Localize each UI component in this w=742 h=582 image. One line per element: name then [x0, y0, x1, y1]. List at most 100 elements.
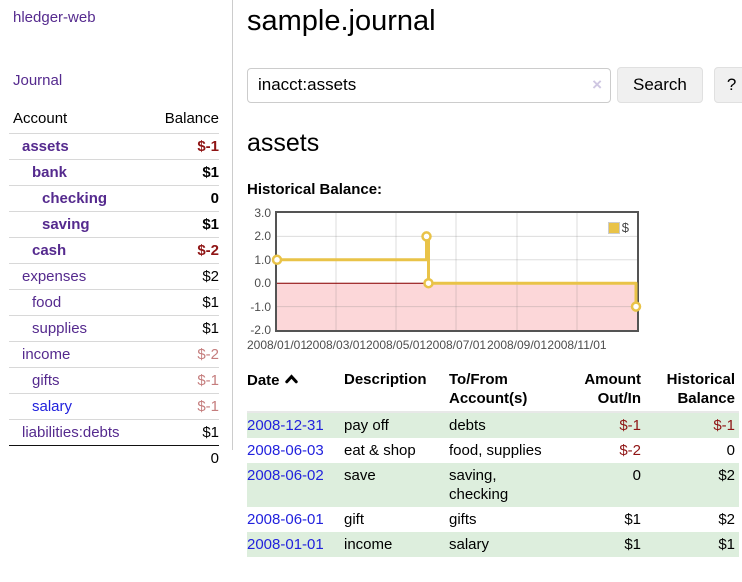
- account-balance: 0: [150, 186, 219, 212]
- account-row: gifts $-1: [9, 368, 219, 394]
- transaction-description: save: [344, 463, 449, 507]
- account-link-assets[interactable]: assets: [22, 138, 69, 155]
- column-header-balance: Historical Balance: [641, 370, 739, 412]
- account-row: saving $1: [9, 212, 219, 238]
- account-balance: $-2: [150, 342, 219, 368]
- column-header-date[interactable]: Date: [247, 370, 344, 412]
- search-input[interactable]: [247, 68, 611, 103]
- accounts-header-account: Account: [9, 108, 150, 134]
- transaction-balance: $1: [641, 532, 739, 557]
- account-balance: $1: [150, 160, 219, 186]
- transaction-accounts: debts: [449, 412, 557, 438]
- account-balance: $1: [150, 316, 219, 342]
- transaction-date-cell: 2008-12-31: [247, 412, 344, 438]
- account-row: food $1: [9, 290, 219, 316]
- transaction-date-link[interactable]: 2008-06-03: [247, 442, 324, 459]
- column-header-accounts: To/From Account(s): [449, 370, 557, 412]
- search-bar: × Search ?: [247, 67, 742, 103]
- sidebar-item-journal[interactable]: Journal: [13, 72, 62, 89]
- account-row: salary$-1: [9, 394, 219, 420]
- clear-search-icon[interactable]: ×: [592, 75, 602, 95]
- legend-swatch: [608, 222, 620, 234]
- x-axis-tick: 2008/07/01: [423, 338, 489, 352]
- account-link-income[interactable]: income: [22, 346, 70, 363]
- transactions-table: Date Description To/From Account(s) Amou…: [247, 370, 739, 557]
- transaction-date-link[interactable]: 2008-12-31: [247, 417, 324, 434]
- transaction-balance: $2: [641, 463, 739, 507]
- y-axis-tick: 3.0: [247, 206, 271, 221]
- legend-label: $: [622, 220, 629, 235]
- chart-legend: $: [607, 219, 630, 236]
- transaction-amount: $-2: [557, 438, 641, 463]
- transaction-date-cell: 2008-06-01: [247, 507, 344, 532]
- account-link-salary[interactable]: salary: [32, 398, 72, 415]
- transaction-description: eat & shop: [344, 438, 449, 463]
- account-row: supplies $1: [9, 316, 219, 342]
- chart-title: Historical Balance:: [247, 181, 742, 198]
- account-balance: $1: [150, 290, 219, 316]
- column-header-description: Description: [344, 370, 449, 412]
- account-link-gifts[interactable]: gifts: [32, 372, 60, 389]
- main-content: sample.journal × Search ? assets Histori…: [233, 0, 742, 557]
- transaction-description: gift: [344, 507, 449, 532]
- x-axis-tick: 2008/03/01: [303, 338, 369, 352]
- account-row: income $-2: [9, 342, 219, 368]
- transaction-row: 2008-06-01 giftgifts$1$2: [247, 507, 739, 532]
- chart-canvas: [277, 213, 637, 330]
- search-button[interactable]: Search: [617, 67, 703, 103]
- account-link-supplies[interactable]: supplies: [32, 320, 87, 337]
- accounts-total-value: 0: [150, 446, 219, 472]
- account-link-expenses[interactable]: expenses: [22, 268, 86, 285]
- y-axis-tick: 1.0: [247, 253, 271, 268]
- account-balance: $1: [150, 420, 219, 446]
- account-row: checking 0: [9, 186, 219, 212]
- sidebar-divider: [232, 0, 233, 450]
- account-row: expenses$2: [9, 264, 219, 290]
- account-link-food[interactable]: food: [32, 294, 61, 311]
- x-axis-tick: 2008/11/01: [544, 338, 610, 352]
- transaction-amount: $1: [557, 532, 641, 557]
- transaction-date-link[interactable]: 2008-06-02: [247, 467, 324, 484]
- transaction-balance: 0: [641, 438, 739, 463]
- transaction-date-cell: 2008-06-02: [247, 463, 344, 507]
- account-heading: assets: [247, 129, 742, 158]
- transaction-accounts: saving, checking: [449, 463, 557, 507]
- transaction-balance: $2: [641, 507, 739, 532]
- transaction-amount: $1: [557, 507, 641, 532]
- accounts-header-balance: Balance: [150, 108, 219, 134]
- account-link-liabilities-debts[interactable]: liabilities:debts: [22, 424, 120, 441]
- column-header-amount: Amount Out/In: [557, 370, 641, 412]
- account-link-saving[interactable]: saving: [42, 216, 90, 233]
- accounts-table: Account Balance assets $-1 bank $1 checking 0…: [9, 108, 219, 471]
- transaction-date-link[interactable]: 2008-01-01: [247, 536, 324, 553]
- app-title-link[interactable]: hledger-web: [13, 9, 96, 26]
- account-balance: $-1: [150, 368, 219, 394]
- account-link-bank[interactable]: bank: [32, 164, 67, 181]
- y-axis-tick: 0.0: [247, 276, 271, 291]
- account-link-cash[interactable]: cash: [32, 242, 66, 259]
- x-axis-tick: 2008/09/01: [484, 338, 550, 352]
- historical-balance-chart: $ 3.02.01.00.0-1.0-2.02008/01/012008/03/…: [247, 211, 647, 353]
- help-button[interactable]: ?: [714, 67, 742, 103]
- transaction-description: income: [344, 532, 449, 557]
- sort-ascending-icon: [285, 370, 298, 389]
- transaction-row: 2008-12-31pay offdebts$-1$-1: [247, 412, 739, 438]
- transaction-row: 2008-06-02 savesaving, checking0$2: [247, 463, 739, 507]
- x-axis-tick: 2008/01/01: [244, 338, 310, 352]
- transaction-accounts: salary: [449, 532, 557, 557]
- account-link-checking[interactable]: checking: [42, 190, 107, 207]
- transaction-date-link[interactable]: 2008-06-01: [247, 511, 324, 528]
- transaction-amount: 0: [557, 463, 641, 507]
- transaction-row: 2008-01-01incomesalary$1$1: [247, 532, 739, 557]
- account-balance: $1: [150, 212, 219, 238]
- y-axis-tick: -1.0: [247, 300, 271, 315]
- accounts-total-spacer: [9, 446, 150, 472]
- account-balance: $-1: [150, 134, 219, 160]
- y-axis-tick: -2.0: [247, 323, 271, 338]
- account-row: cash$-2: [9, 238, 219, 264]
- account-row: assets $-1: [9, 134, 219, 160]
- account-row: bank $1: [9, 160, 219, 186]
- transaction-accounts: gifts: [449, 507, 557, 532]
- y-axis-tick: 2.0: [247, 229, 271, 244]
- page: hledger-web Journal Account Balance asse…: [0, 0, 742, 557]
